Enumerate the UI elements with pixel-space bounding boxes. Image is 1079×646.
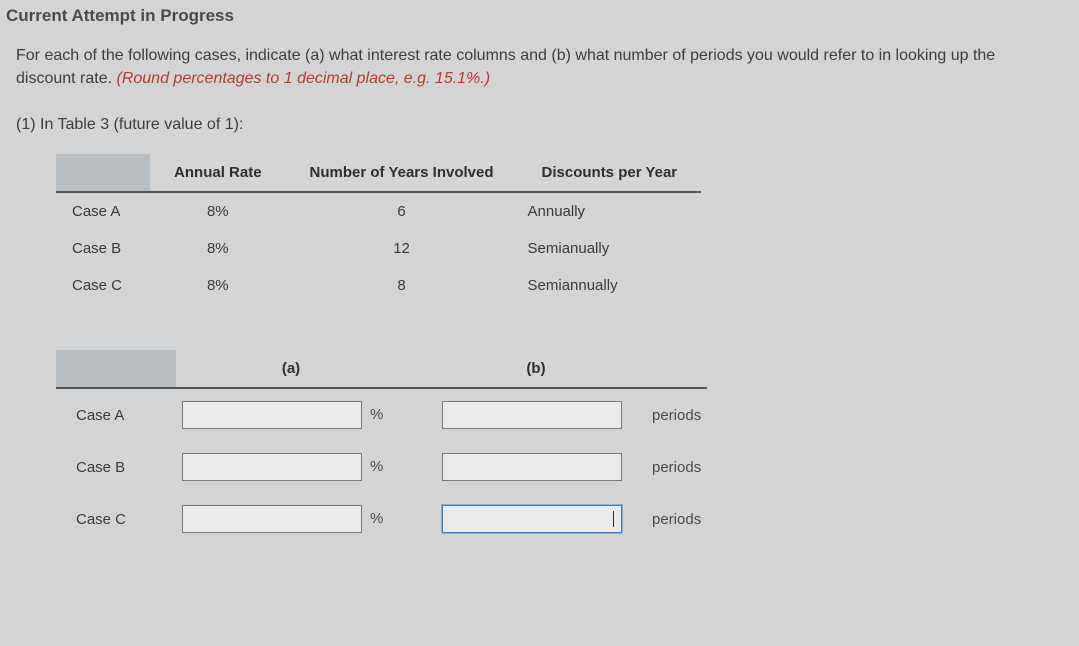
- cell-input-a: %: [176, 441, 406, 493]
- row-label: Case C: [56, 493, 176, 545]
- spacer: [636, 350, 707, 388]
- cell-rate: 8%: [150, 192, 286, 230]
- periods-input-case-c[interactable]: [442, 505, 622, 533]
- answer-row: Case B % periods: [56, 441, 707, 493]
- col-years: Number of Years Involved: [286, 154, 518, 192]
- cell-rate: 8%: [150, 267, 286, 304]
- col-a: (a): [176, 350, 406, 388]
- spacer: [406, 350, 436, 388]
- given-data-table: Annual Rate Number of Years Involved Dis…: [56, 154, 701, 304]
- rate-input-case-b[interactable]: [182, 453, 362, 481]
- answer-table: (a) (b) Case A % periods: [56, 350, 707, 545]
- rate-input-case-c[interactable]: [182, 505, 362, 533]
- cell-rate: 8%: [150, 230, 286, 267]
- cell-input-b: [436, 441, 636, 493]
- table-row: Case C 8% 8 Semiannually: [56, 267, 701, 304]
- percent-label: %: [370, 510, 383, 527]
- cell-discount: Semianually: [518, 230, 702, 267]
- row-label: Case B: [56, 441, 176, 493]
- table-corner: [56, 350, 176, 388]
- cell-input-a: %: [176, 388, 406, 441]
- text-cursor: [613, 511, 614, 527]
- prompt-hint: (Round percentages to 1 decimal place, e…: [117, 70, 491, 87]
- answer-row: Case C % periods: [56, 493, 707, 545]
- question-prompt: For each of the following cases, indicat…: [16, 44, 1059, 90]
- cell-years: 6: [286, 192, 518, 230]
- row-label: Case A: [56, 388, 176, 441]
- table-row: Case B 8% 12 Semianually: [56, 230, 701, 267]
- col-b: (b): [436, 350, 636, 388]
- table-row: Case A 8% 6 Annually: [56, 192, 701, 230]
- percent-label: %: [370, 458, 383, 475]
- periods-label: periods: [652, 459, 701, 476]
- periods-label: periods: [652, 511, 701, 528]
- cell-discount: Semiannually: [518, 267, 702, 304]
- rate-input-case-a[interactable]: [182, 401, 362, 429]
- cell-discount: Annually: [518, 192, 702, 230]
- cell-years: 8: [286, 267, 518, 304]
- cell-input-b: [436, 493, 636, 545]
- table-corner: [56, 154, 150, 192]
- periods-input-case-b[interactable]: [442, 453, 622, 481]
- row-label: Case B: [56, 230, 150, 267]
- col-discounts: Discounts per Year: [518, 154, 702, 192]
- answer-row: Case A % periods: [56, 388, 707, 441]
- cell-input-b: [436, 388, 636, 441]
- page-title: Current Attempt in Progress: [6, 6, 1069, 26]
- col-annual-rate: Annual Rate: [150, 154, 286, 192]
- row-label: Case A: [56, 192, 150, 230]
- sub-heading: (1) In Table 3 (future value of 1):: [16, 116, 1069, 134]
- row-label: Case C: [56, 267, 150, 304]
- periods-input-case-a[interactable]: [442, 401, 622, 429]
- cell-input-a: %: [176, 493, 406, 545]
- periods-label: periods: [652, 407, 701, 424]
- percent-label: %: [370, 406, 383, 423]
- cell-years: 12: [286, 230, 518, 267]
